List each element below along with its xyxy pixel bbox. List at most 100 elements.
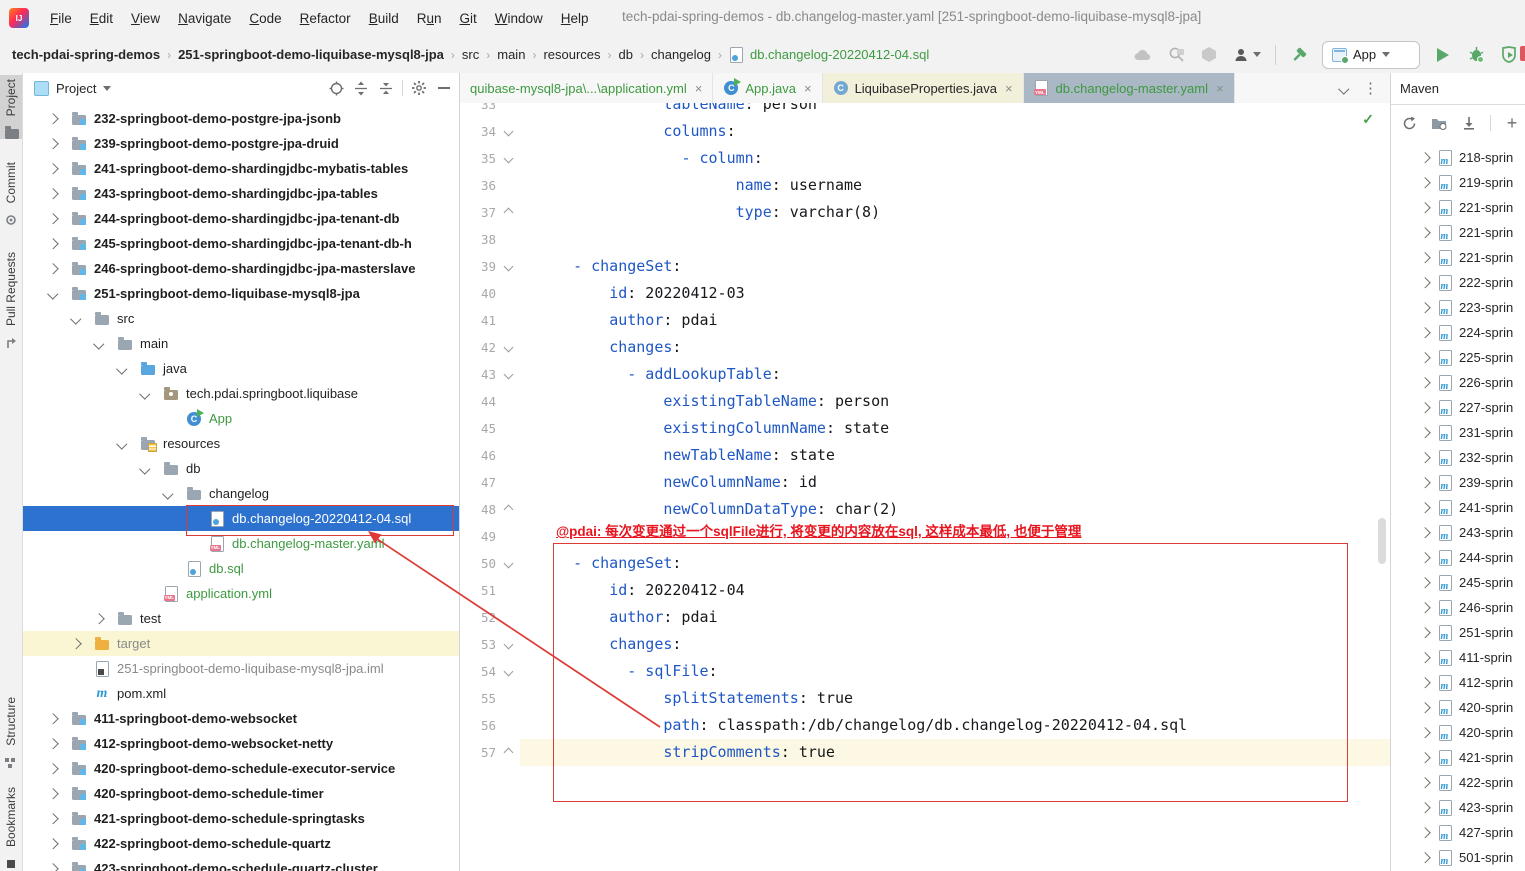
tree-item[interactable]: C App xyxy=(23,406,459,431)
tree-chevron-icon[interactable] xyxy=(1417,277,1437,288)
tree-chevron-icon[interactable] xyxy=(1417,702,1437,713)
tree-item[interactable]: YML application.yml xyxy=(23,581,459,606)
expand-all-icon[interactable] xyxy=(352,79,370,97)
maven-module-row[interactable]: m 244-sprin xyxy=(1391,545,1525,570)
code-line[interactable]: 55 splitStatements: true xyxy=(460,685,1390,712)
tab-close-icon[interactable]: × xyxy=(1005,81,1013,96)
tree-item[interactable]: 422-springboot-demo-schedule-quartz xyxy=(23,831,459,856)
tree-chevron-icon[interactable] xyxy=(45,263,71,274)
maven-module-row[interactable]: m 221-sprin xyxy=(1391,220,1525,245)
select-opened-file-icon[interactable] xyxy=(327,79,345,97)
tree-chevron-icon[interactable] xyxy=(1417,302,1437,313)
maven-module-row[interactable]: m 241-sprin xyxy=(1391,495,1525,520)
maven-module-row[interactable]: m 411-sprin xyxy=(1391,645,1525,670)
fold-marker-icon[interactable] xyxy=(496,342,520,353)
maven-module-row[interactable]: m 223-sprin xyxy=(1391,295,1525,320)
tree-chevron-icon[interactable] xyxy=(160,488,186,499)
collapse-all-icon[interactable] xyxy=(377,79,395,97)
tree-chevron-icon[interactable] xyxy=(91,613,117,624)
maven-module-row[interactable]: m 232-sprin xyxy=(1391,445,1525,470)
tree-item[interactable]: 245-springboot-demo-shardingjdbc-jpa-ten… xyxy=(23,231,459,256)
tree-chevron-icon[interactable] xyxy=(1417,352,1437,363)
tree-chevron-icon[interactable] xyxy=(1417,252,1437,263)
tree-chevron-icon[interactable] xyxy=(1417,477,1437,488)
menu-build[interactable]: Build xyxy=(360,11,408,26)
maven-module-row[interactable]: m 246-sprin xyxy=(1391,595,1525,620)
maven-module-row[interactable]: m 221-sprin xyxy=(1391,245,1525,270)
code-line[interactable]: 40 id: 20220412-03 xyxy=(460,280,1390,307)
tree-chevron-icon[interactable] xyxy=(45,288,71,299)
tree-item[interactable]: main xyxy=(23,331,459,356)
tree-item[interactable]: YML db.changelog-master.yaml xyxy=(23,531,459,556)
code-line[interactable]: 38 xyxy=(460,226,1390,253)
tree-chevron-icon[interactable] xyxy=(1417,327,1437,338)
tree-chevron-icon[interactable] xyxy=(45,738,71,749)
tree-item[interactable]: java xyxy=(23,356,459,381)
tree-chevron-icon[interactable] xyxy=(1417,652,1437,663)
tree-item[interactable]: db.changelog-20220412-04.sql xyxy=(23,506,459,531)
code-line[interactable]: 53 changes: xyxy=(460,631,1390,658)
tree-chevron-icon[interactable] xyxy=(1417,752,1437,763)
fold-marker-icon[interactable] xyxy=(496,261,520,272)
search-everywhere-icon[interactable] xyxy=(1166,45,1186,65)
tree-chevron-icon[interactable] xyxy=(45,188,71,199)
tree-chevron-icon[interactable] xyxy=(45,113,71,124)
menu-run[interactable]: Run xyxy=(408,11,451,26)
run-configuration-combo[interactable]: App xyxy=(1322,40,1420,69)
tree-chevron-icon[interactable] xyxy=(1417,627,1437,638)
tree-chevron-icon[interactable] xyxy=(1417,227,1437,238)
project-view-caret-icon[interactable] xyxy=(103,85,112,91)
stop-button[interactable] xyxy=(1520,46,1525,61)
maven-module-row[interactable]: m 239-sprin xyxy=(1391,470,1525,495)
tree-item[interactable]: resources xyxy=(23,431,459,456)
maven-generate-sources-icon[interactable] xyxy=(1430,114,1448,132)
tree-item[interactable]: 423-springboot-demo-schedule-quartz-clus… xyxy=(23,856,459,871)
tree-chevron-icon[interactable] xyxy=(1417,502,1437,513)
maven-module-row[interactable]: m 420-sprin xyxy=(1391,695,1525,720)
fold-marker-icon[interactable] xyxy=(496,153,520,164)
maven-add-project-icon[interactable]: + xyxy=(1503,113,1521,133)
tree-chevron-icon[interactable] xyxy=(137,463,163,474)
tree-chevron-icon[interactable] xyxy=(1417,727,1437,738)
tree-item[interactable]: 243-springboot-demo-shardingjdbc-jpa-tab… xyxy=(23,181,459,206)
fold-marker-icon[interactable] xyxy=(496,639,520,650)
code-line[interactable]: 37 type: varchar(8) xyxy=(460,199,1390,226)
code-line[interactable]: 39 - changeSet: xyxy=(460,253,1390,280)
tree-item[interactable]: 420-springboot-demo-schedule-timer xyxy=(23,781,459,806)
tree-item[interactable]: 232-springboot-demo-postgre-jpa-jsonb xyxy=(23,106,459,131)
menu-code[interactable]: Code xyxy=(240,11,290,26)
tree-chevron-icon[interactable] xyxy=(45,763,71,774)
code-line[interactable]: 48 newColumnDataType: char(2) xyxy=(460,496,1390,523)
code-line[interactable]: 56 path: classpath:/db/changelog/db.chan… xyxy=(460,712,1390,739)
breadcrumb-item[interactable]: db.changelog-20220412-04.sql xyxy=(729,46,929,63)
tree-chevron-icon[interactable] xyxy=(68,638,94,649)
menu-edit[interactable]: Edit xyxy=(81,11,122,26)
tree-chevron-icon[interactable] xyxy=(45,813,71,824)
tree-chevron-icon[interactable] xyxy=(45,838,71,849)
editor-tab[interactable]: quibase-mysql8-jpa\...\application.yml × xyxy=(460,73,714,103)
tree-item[interactable]: 420-springboot-demo-schedule-executor-se… xyxy=(23,756,459,781)
maven-module-row[interactable]: m 501-sprin xyxy=(1391,845,1525,870)
maven-module-row[interactable]: m 243-sprin xyxy=(1391,520,1525,545)
tree-chevron-icon[interactable] xyxy=(45,163,71,174)
maven-module-row[interactable]: m 227-sprin xyxy=(1391,395,1525,420)
tree-item[interactable]: src xyxy=(23,306,459,331)
tab-close-icon[interactable]: × xyxy=(695,81,703,96)
breadcrumb-item[interactable]: changelog xyxy=(651,47,711,62)
tree-chevron-icon[interactable] xyxy=(137,388,163,399)
code-line[interactable]: 57 stripComments: true xyxy=(460,739,1390,766)
editor-scrollbar[interactable] xyxy=(1378,518,1386,564)
code-editor[interactable]: 33 tableName: person 34 columns: 35 - colu… xyxy=(460,103,1390,871)
tree-item[interactable]: db xyxy=(23,456,459,481)
toolwindow-button-pull-requests[interactable]: Pull Requests xyxy=(0,248,22,349)
tree-chevron-icon[interactable] xyxy=(1417,527,1437,538)
maven-module-row[interactable]: m 222-sprin xyxy=(1391,270,1525,295)
toolwindow-button-project[interactable]: Project xyxy=(0,75,22,140)
code-line[interactable]: 51 id: 20220412-04 xyxy=(460,577,1390,604)
debug-button[interactable] xyxy=(1466,45,1486,65)
tree-chevron-icon[interactable] xyxy=(45,863,71,871)
tab-more-icon[interactable]: ⋮ xyxy=(1363,79,1378,97)
coverage-shield-icon[interactable] xyxy=(1499,45,1519,65)
code-line[interactable]: 44 existingTableName: person xyxy=(460,388,1390,415)
tree-chevron-icon[interactable] xyxy=(1417,202,1437,213)
